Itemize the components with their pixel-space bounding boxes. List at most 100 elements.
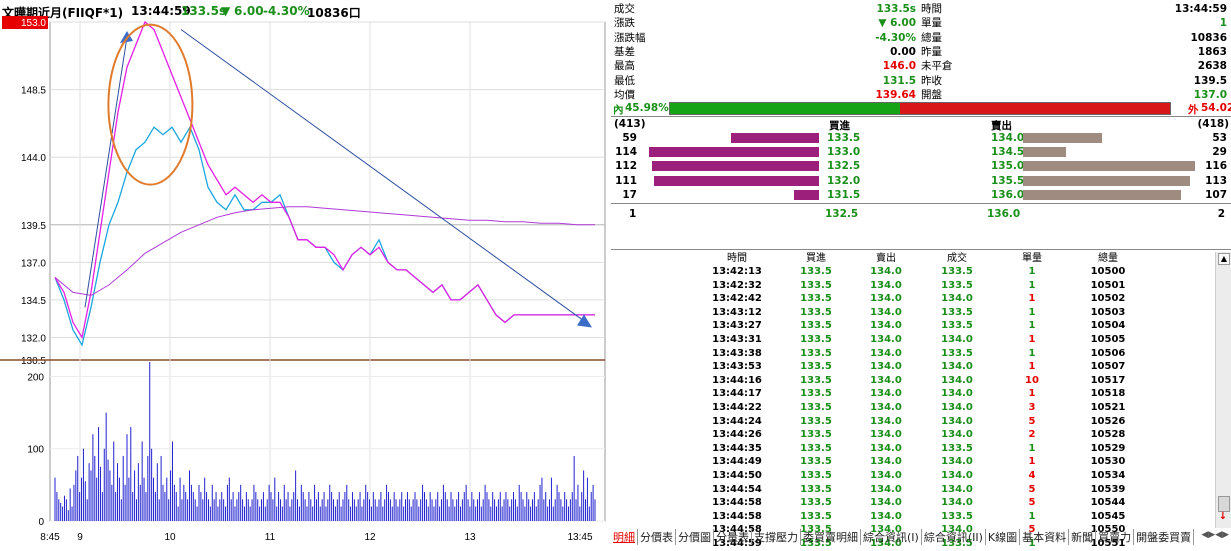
divider [611,249,1231,250]
bid-price: 131.5 [827,188,861,201]
scroll-up-icon[interactable]: ▲ [1218,253,1230,265]
tab-11[interactable]: 買賣力 [1096,529,1135,545]
inner-label: 內 [613,104,624,116]
quote-row: 漲跌幅 -4.30% [611,31,916,45]
tab-nav-icons[interactable]: ◀▶◀▶ [1201,530,1229,540]
tick-row[interactable]: 13:43:38 133.5 134.0 133.5 1 10506 [611,347,1215,361]
quote-value: 131.5 [882,74,916,87]
quote-label: 昨量 [921,45,942,58]
ask-depth-bar [1023,133,1103,143]
tick-list[interactable]: 時間 買進 賣出 成交 單量 總量 13:42:13 133.5 134.0 133.5 1 1050… [611,252,1215,549]
quote-label: 總量 [921,31,942,44]
tick-row[interactable]: 13:44:50 133.5 134.0 134.0 4 10534 [611,469,1215,483]
tick-row[interactable]: 13:44:17 133.5 134.0 134.0 1 10518 [611,387,1215,401]
tick-qty: 5 [1028,415,1036,427]
tick-row[interactable]: 13:42:42 133.5 134.0 134.0 1 10502 [611,292,1215,306]
tick-qty: 5 [1028,497,1036,509]
tick-row[interactable]: 13:44:22 133.5 134.0 134.0 3 10521 [611,401,1215,415]
tick-row[interactable]: 13:44:26 133.5 134.0 134.0 2 10528 [611,428,1215,442]
quote-label: 開盤 [921,88,942,101]
tick-price: 133.5 [941,306,973,318]
tick-total: 10526 [1090,415,1126,427]
time-tick-label: 13 [464,532,476,543]
tick-time: 13:44:17 [712,388,762,400]
order-book: (413) 買進 賣出 (418) 59 133.5 134.0 53 114 133.0… [611,118,1231,248]
tick-row[interactable]: 13:44:58 133.5 134.0 134.0 5 10544 [611,496,1215,510]
bid-depth-bar [730,133,819,143]
intraday-chart[interactable]: 153.0 148.5 144.0 139.5 137.0 134.5 132.0 130.5… [0,0,610,545]
sell-total: (418) [1197,118,1229,130]
ask-price: 136.0 [991,188,1025,201]
tab-10[interactable]: 新聞 [1069,529,1097,545]
tick-header: 成交 [947,253,967,264]
tab-3[interactable]: 分量表 [714,529,752,545]
price-tick-label: 153.0 [21,18,46,29]
tick-qty: 2 [1028,429,1036,441]
tick-row[interactable]: 13:43:31 133.5 134.0 134.0 1 10505 [611,333,1215,347]
tick-row[interactable]: 13:44:16 133.5 134.0 134.0 10 10517 [611,374,1215,388]
tab-8[interactable]: K線圖 [986,529,1021,545]
tick-ask: 134.0 [870,456,902,468]
time-tick-label: 10 [164,532,176,543]
quote-row: 成交 133.5s [611,2,916,16]
tick-total: 10545 [1090,510,1126,522]
tick-row[interactable]: 13:44:35 133.5 134.0 133.5 1 10529 [611,442,1215,456]
tab-7[interactable]: 綜合資訊(II) [922,529,986,545]
tick-bid: 133.5 [800,293,832,305]
price-tick-label: 144.0 [21,153,46,164]
quote-label: 單量 [921,17,942,30]
tick-time: 13:44:58 [712,510,762,522]
tick-bid: 133.5 [800,347,832,359]
tick-ask: 134.0 [870,306,902,318]
tick-row[interactable]: 13:42:13 133.5 134.0 133.5 1 10500 [611,265,1215,279]
tab-5[interactable]: 委買賣明細 [801,529,861,545]
tick-time: 13:44:26 [712,429,762,441]
tick-row[interactable]: 13:44:49 133.5 134.0 134.0 1 10530 [611,455,1215,469]
tick-qty: 1 [1028,306,1036,318]
tick-price: 134.0 [941,415,973,427]
tick-price: 133.5 [941,510,973,522]
tick-price: 134.0 [941,470,973,481]
tick-total: 10500 [1090,266,1126,277]
tick-row[interactable]: 13:44:24 133.5 134.0 134.0 5 10526 [611,415,1215,429]
bid-depth-bar [654,175,819,186]
scroll-thumb[interactable] [1218,496,1230,512]
tick-row[interactable]: 13:43:27 133.5 134.0 133.5 1 10504 [611,319,1215,333]
bid-qty: 59 [622,132,637,144]
tick-price: 134.0 [941,361,973,373]
tick-row[interactable]: 13:44:58 133.5 134.0 133.5 1 10545 [611,510,1215,524]
tick-row[interactable]: 13:42:32 133.5 134.0 133.5 1 10501 [611,279,1215,293]
tick-time: 13:42:32 [712,279,762,291]
volume-tick-label: 200 [27,372,44,383]
price-tick-label: 132.0 [21,333,46,344]
scrollbar[interactable]: ▲ ↓ [1215,252,1231,528]
tab-9[interactable]: 基本資料 [1020,529,1070,545]
tab-4[interactable]: 支撐壓力 [752,529,801,545]
tick-qty: 1 [1028,334,1036,345]
tick-total: 10505 [1090,334,1126,345]
bid-qty: 112 [615,160,637,173]
ask-price: 135.0 [991,160,1025,173]
tick-row[interactable]: 13:43:12 133.5 134.0 133.5 1 10503 [611,306,1215,320]
tick-bid: 133.5 [800,334,832,345]
sell-header: 賣出 [991,120,1012,132]
bid-depth-bar [649,147,819,158]
tick-bid: 133.5 [800,388,832,400]
tick-row[interactable]: 13:43:53 133.5 134.0 134.0 1 10507 [611,360,1215,374]
outer-label: 外 [1188,104,1199,116]
quote-label: 時間 [921,3,942,15]
book-footer-left: 1 [629,208,637,220]
tick-header: 單量 [1022,253,1042,264]
tab-2[interactable]: 分價圖 [676,529,714,545]
tick-row[interactable]: 13:44:54 133.5 134.0 134.0 5 10539 [611,483,1215,497]
tab-1[interactable]: 分價表 [638,529,676,545]
tab-6[interactable]: 綜合資訊(I) [861,529,922,545]
price-tick-label: 139.5 [21,221,46,232]
tab-0[interactable]: 明細 [611,529,638,545]
scroll-down-icon[interactable]: ↓ [1218,512,1228,522]
tick-ask: 134.0 [870,347,902,359]
buy-header: 買進 [829,120,850,132]
tab-12[interactable]: 開盤委買賣 [1134,529,1195,545]
outer-bar-fill [899,103,1170,114]
quote-label: 基差 [614,45,635,58]
